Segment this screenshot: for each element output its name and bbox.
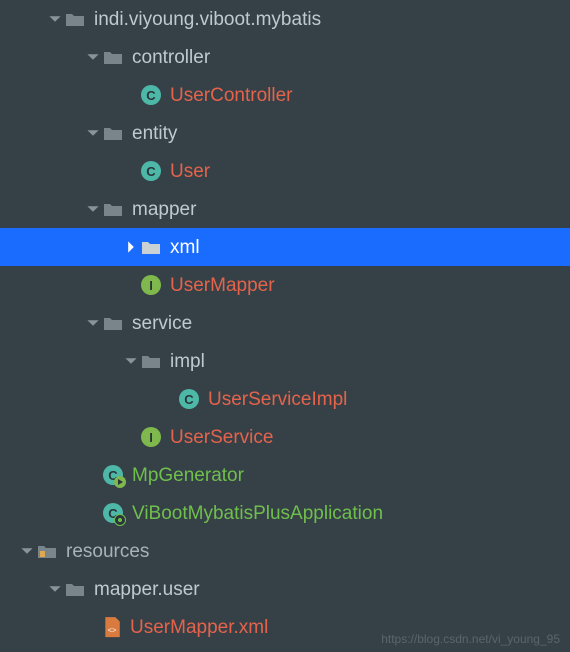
tree-node-label: UserMapper bbox=[170, 276, 275, 295]
class-icon: C bbox=[140, 160, 162, 182]
tree-node-label: controller bbox=[132, 48, 210, 67]
interface-icon: I bbox=[140, 426, 162, 448]
tree-node-label: User bbox=[170, 162, 210, 181]
tree-node-root-package[interactable]: indi.viyoung.viboot.mybatis bbox=[0, 0, 570, 38]
chevron-down-icon[interactable] bbox=[46, 580, 64, 598]
tree-node-usermapper[interactable]: I UserMapper bbox=[0, 266, 570, 304]
package-folder-icon bbox=[102, 198, 124, 220]
runnable-class-icon: C bbox=[102, 464, 124, 486]
tree-node-entity[interactable]: entity bbox=[0, 114, 570, 152]
chevron-right-icon[interactable] bbox=[122, 238, 140, 256]
tree-node-userservice[interactable]: I UserService bbox=[0, 418, 570, 456]
tree-node-xml[interactable]: xml bbox=[0, 228, 570, 266]
class-icon: C bbox=[178, 388, 200, 410]
tree-node-application[interactable]: C ViBootMybatisPlusApplication bbox=[0, 494, 570, 532]
tree-node-label: service bbox=[132, 314, 192, 333]
tree-node-label: mapper bbox=[132, 200, 196, 219]
resources-folder-icon bbox=[36, 540, 58, 562]
tree-node-label: MpGenerator bbox=[132, 466, 244, 485]
chevron-down-icon[interactable] bbox=[122, 352, 140, 370]
tree-node-controller[interactable]: controller bbox=[0, 38, 570, 76]
tree-node-mpgenerator[interactable]: C MpGenerator bbox=[0, 456, 570, 494]
tree-node-resources[interactable]: resources bbox=[0, 532, 570, 570]
watermark: https://blog.csdn.net/vi_young_95 bbox=[381, 632, 560, 646]
tree-node-label: UserController bbox=[170, 86, 292, 105]
interface-icon: I bbox=[140, 274, 162, 296]
class-icon: C bbox=[140, 84, 162, 106]
chevron-down-icon[interactable] bbox=[46, 10, 64, 28]
tree-node-label: UserServiceImpl bbox=[208, 390, 347, 409]
package-folder-icon bbox=[64, 8, 86, 30]
tree-node-userserviceimpl[interactable]: C UserServiceImpl bbox=[0, 380, 570, 418]
xml-file-icon: <> bbox=[102, 617, 122, 637]
tree-node-label: xml bbox=[170, 238, 200, 257]
spring-boot-class-icon: C bbox=[102, 502, 124, 524]
tree-node-label: UserService bbox=[170, 428, 273, 447]
chevron-down-icon[interactable] bbox=[84, 48, 102, 66]
package-folder-icon bbox=[140, 236, 162, 258]
chevron-down-icon[interactable] bbox=[18, 542, 36, 560]
tree-node-service[interactable]: service bbox=[0, 304, 570, 342]
tree-node-label: indi.viyoung.viboot.mybatis bbox=[94, 10, 321, 29]
tree-node-impl[interactable]: impl bbox=[0, 342, 570, 380]
package-folder-icon bbox=[140, 350, 162, 372]
svg-text:<>: <> bbox=[107, 626, 117, 635]
tree-node-mapper[interactable]: mapper bbox=[0, 190, 570, 228]
tree-node-label: mapper.user bbox=[94, 580, 200, 599]
chevron-down-icon[interactable] bbox=[84, 124, 102, 142]
tree-node-label: ViBootMybatisPlusApplication bbox=[132, 504, 383, 523]
tree-node-label: impl bbox=[170, 352, 205, 371]
package-folder-icon bbox=[102, 312, 124, 334]
folder-icon bbox=[64, 578, 86, 600]
tree-node-label: UserMapper.xml bbox=[130, 618, 268, 637]
chevron-down-icon[interactable] bbox=[84, 200, 102, 218]
tree-node-mapper-user[interactable]: mapper.user bbox=[0, 570, 570, 608]
tree-node-label: entity bbox=[132, 124, 177, 143]
tree-node-label: resources bbox=[66, 542, 149, 561]
tree-node-user[interactable]: C User bbox=[0, 152, 570, 190]
tree-node-usercontroller[interactable]: C UserController bbox=[0, 76, 570, 114]
package-folder-icon bbox=[102, 122, 124, 144]
chevron-down-icon[interactable] bbox=[84, 314, 102, 332]
package-folder-icon bbox=[102, 46, 124, 68]
